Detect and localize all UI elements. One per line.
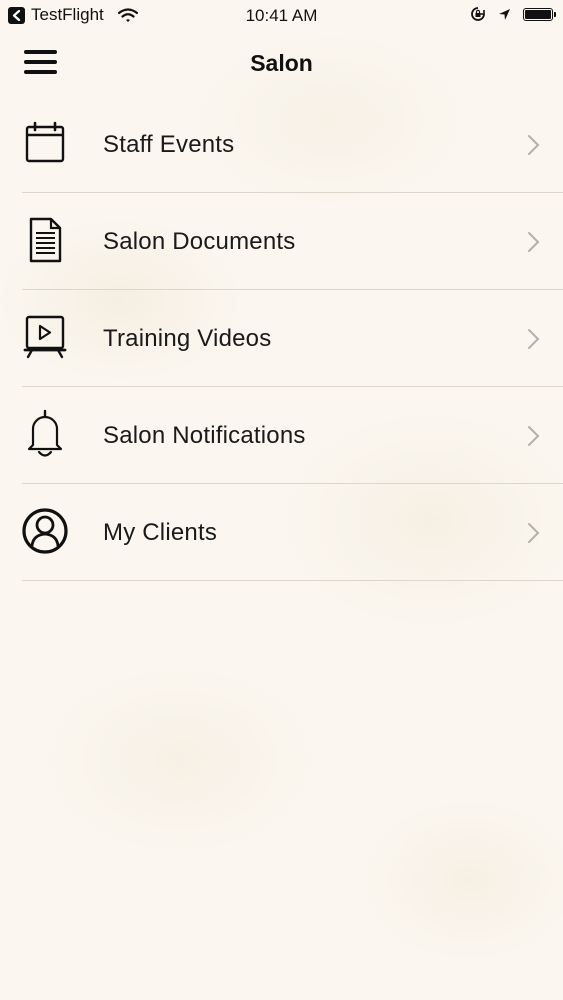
menu-item-label: Salon Notifications (103, 422, 306, 449)
chevron-right-icon (528, 232, 540, 252)
menu-item-my-clients[interactable]: My Clients (0, 484, 563, 581)
menu-list: Staff Events Salon Documents Training Vi… (0, 96, 563, 581)
chevron-right-icon (528, 329, 540, 349)
calendar-icon (20, 118, 70, 168)
menu-item-training-videos[interactable]: Training Videos (0, 290, 563, 387)
navigation-bar: Salon (0, 32, 563, 94)
video-presentation-icon (20, 312, 70, 362)
menu-item-label: Training Videos (103, 325, 272, 352)
menu-item-staff-events[interactable]: Staff Events (0, 96, 563, 193)
chevron-right-icon (528, 523, 540, 543)
battery-icon (523, 7, 556, 21)
menu-item-label: My Clients (103, 519, 218, 546)
orientation-lock-icon (470, 6, 486, 22)
status-bar: TestFlight 10:41 AM (0, 0, 563, 32)
menu-item-label: Salon Documents (103, 228, 296, 255)
menu-item-salon-notifications[interactable]: Salon Notifications (0, 387, 563, 484)
user-icon (20, 506, 70, 556)
divider (22, 580, 563, 581)
chevron-right-icon (528, 135, 540, 155)
location-icon (498, 8, 511, 21)
bell-icon (20, 409, 70, 459)
document-icon (20, 215, 70, 265)
chevron-right-icon (528, 426, 540, 446)
menu-item-label: Staff Events (103, 131, 235, 158)
page-title: Salon (250, 50, 313, 76)
menu-item-salon-documents[interactable]: Salon Documents (0, 193, 563, 290)
